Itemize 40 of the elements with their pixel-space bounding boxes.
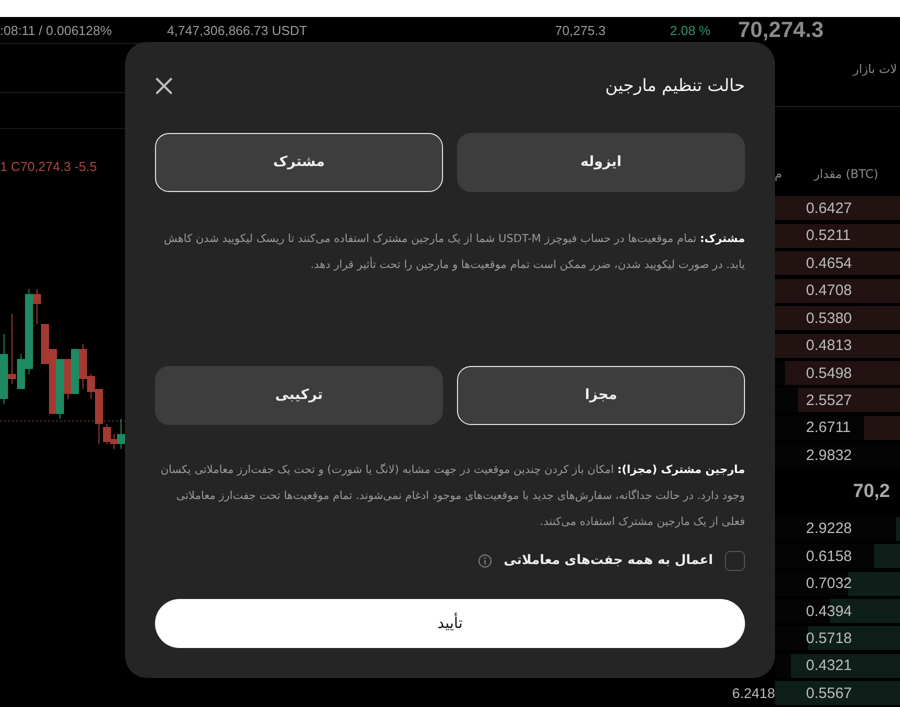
ohlc-label: 1 C70,274.3 -5.5 xyxy=(0,159,97,174)
confirm-button[interactable]: تأیید xyxy=(155,598,745,648)
margin-mode-option[interactable]: مجزا xyxy=(457,366,745,425)
amount-cell: 2.9832 xyxy=(806,446,852,464)
mode-description: مارجین مشترک (مجزا): امکان باز کردن چندین موقعیت در جهت مشابه (لانگ یا شورت) و تحت یک جفت‌ارز معاملاتی یکسان وجود دارد. در حالت جداگانه، سفارش‌های جدید با موقعیت‌های موجود ادغام نمی‌شوند. تمام موقعیت‌ها تحت جفت‌ارز معاملاتی فعلی از یک مارجین مشترک استفاده می‌کنند. xyxy=(160,462,745,530)
margin-mode-option[interactable]: ایزوله xyxy=(457,132,745,192)
amount-cell: 0.5718 xyxy=(806,630,852,647)
mid-price: 70,2 xyxy=(853,481,890,504)
amount-cell: 0.4321 xyxy=(806,657,852,674)
amount-cell: 0.4394 xyxy=(806,602,852,620)
amount-cell: 0.5211 xyxy=(806,227,851,244)
mode-description: مشترک: تمام موقعیت‌ها در حساب فیوچرز USDT-M شما از یک مارجین مشترک استفاده می‌کنند تا ریسک لیکویید شدن کاهش یابد. در صورت لیکویید شدن، ضرر ممکن است تمام موقعیت‌ها و مارجین را تحت تأثیر قرار دهد. xyxy=(162,230,745,273)
amount-cell: 0.6427 xyxy=(806,200,852,217)
amount-cell: 0.4813 xyxy=(806,337,852,354)
info-icon[interactable] xyxy=(478,554,492,568)
amount-cell: 2.6711 xyxy=(806,419,851,436)
total-cell: 6.2418 xyxy=(732,685,775,702)
amount-cell: 0.6158 xyxy=(806,548,852,565)
last-price: 70,274.3 xyxy=(738,17,825,43)
column-header: مقدار (BTC) xyxy=(812,166,880,181)
column-header: م xyxy=(774,166,782,181)
ticker-value: 4,747,306,866.73 USDT xyxy=(167,22,308,38)
amount-cell: 0.4708 xyxy=(806,282,852,300)
close-icon[interactable] xyxy=(155,77,173,96)
ticker-value: 2.08 % xyxy=(670,22,712,38)
ticker-value: 70,275.3 xyxy=(555,22,607,38)
amount-cell: 0.5498 xyxy=(806,364,852,382)
amount-cell: 0.7032 xyxy=(806,575,852,592)
amount-cell: 2.5527 xyxy=(806,392,852,409)
market-trades-tab[interactable]: لات بازار xyxy=(853,62,897,76)
amount-cell: 2.9228 xyxy=(806,520,852,538)
dialog-title: حالت تنظیم مارجین xyxy=(605,76,745,96)
margin-mode-option[interactable]: مشترک xyxy=(155,132,443,192)
checkbox-label: اعمال به همه جفت‌های معاملاتی xyxy=(504,553,713,568)
checkbox[interactable] xyxy=(725,550,745,571)
margin-mode-option[interactable]: ترکیبی xyxy=(155,366,443,425)
ticker-value: :08:11 / 0.006128% xyxy=(0,22,113,38)
amount-cell: 0.5380 xyxy=(806,310,852,327)
amount-cell: 0.5567 xyxy=(806,684,852,702)
amount-cell: 0.4654 xyxy=(806,254,852,272)
